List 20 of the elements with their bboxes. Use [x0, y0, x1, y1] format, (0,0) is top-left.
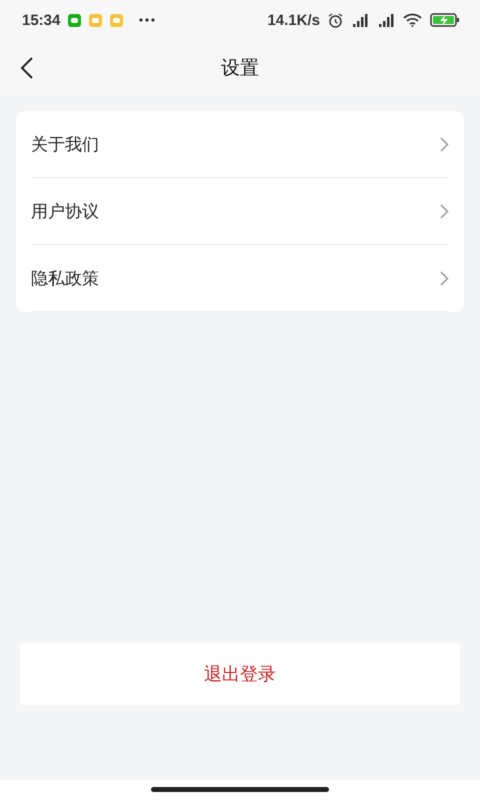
battery-charging-icon: [430, 13, 460, 27]
more-icon: [139, 18, 156, 22]
status-time: 15:34: [22, 12, 60, 28]
logout-button[interactable]: 退出登录: [20, 643, 460, 705]
chevron-right-icon: [440, 136, 449, 152]
page-title: 设置: [221, 56, 259, 81]
chat-notification-icon: [89, 14, 102, 26]
signal-icon: [351, 12, 369, 28]
chat-notification-icon: [110, 14, 124, 26]
wifi-icon: [403, 13, 422, 27]
network-speed: 14.1K/s: [267, 12, 320, 28]
chevron-right-icon: [440, 204, 449, 218]
app-notification-icon: [68, 14, 82, 26]
menu-item[interactable]: 关于我们: [31, 132, 440, 156]
menu-item[interactable]: 隐私政策: [31, 266, 440, 290]
back-icon: [20, 56, 34, 80]
alarm-icon: [328, 12, 343, 28]
signal-icon: [377, 12, 395, 28]
chevron-right-icon: [440, 270, 449, 286]
menu-item[interactable]: 用户协议: [31, 200, 440, 222]
